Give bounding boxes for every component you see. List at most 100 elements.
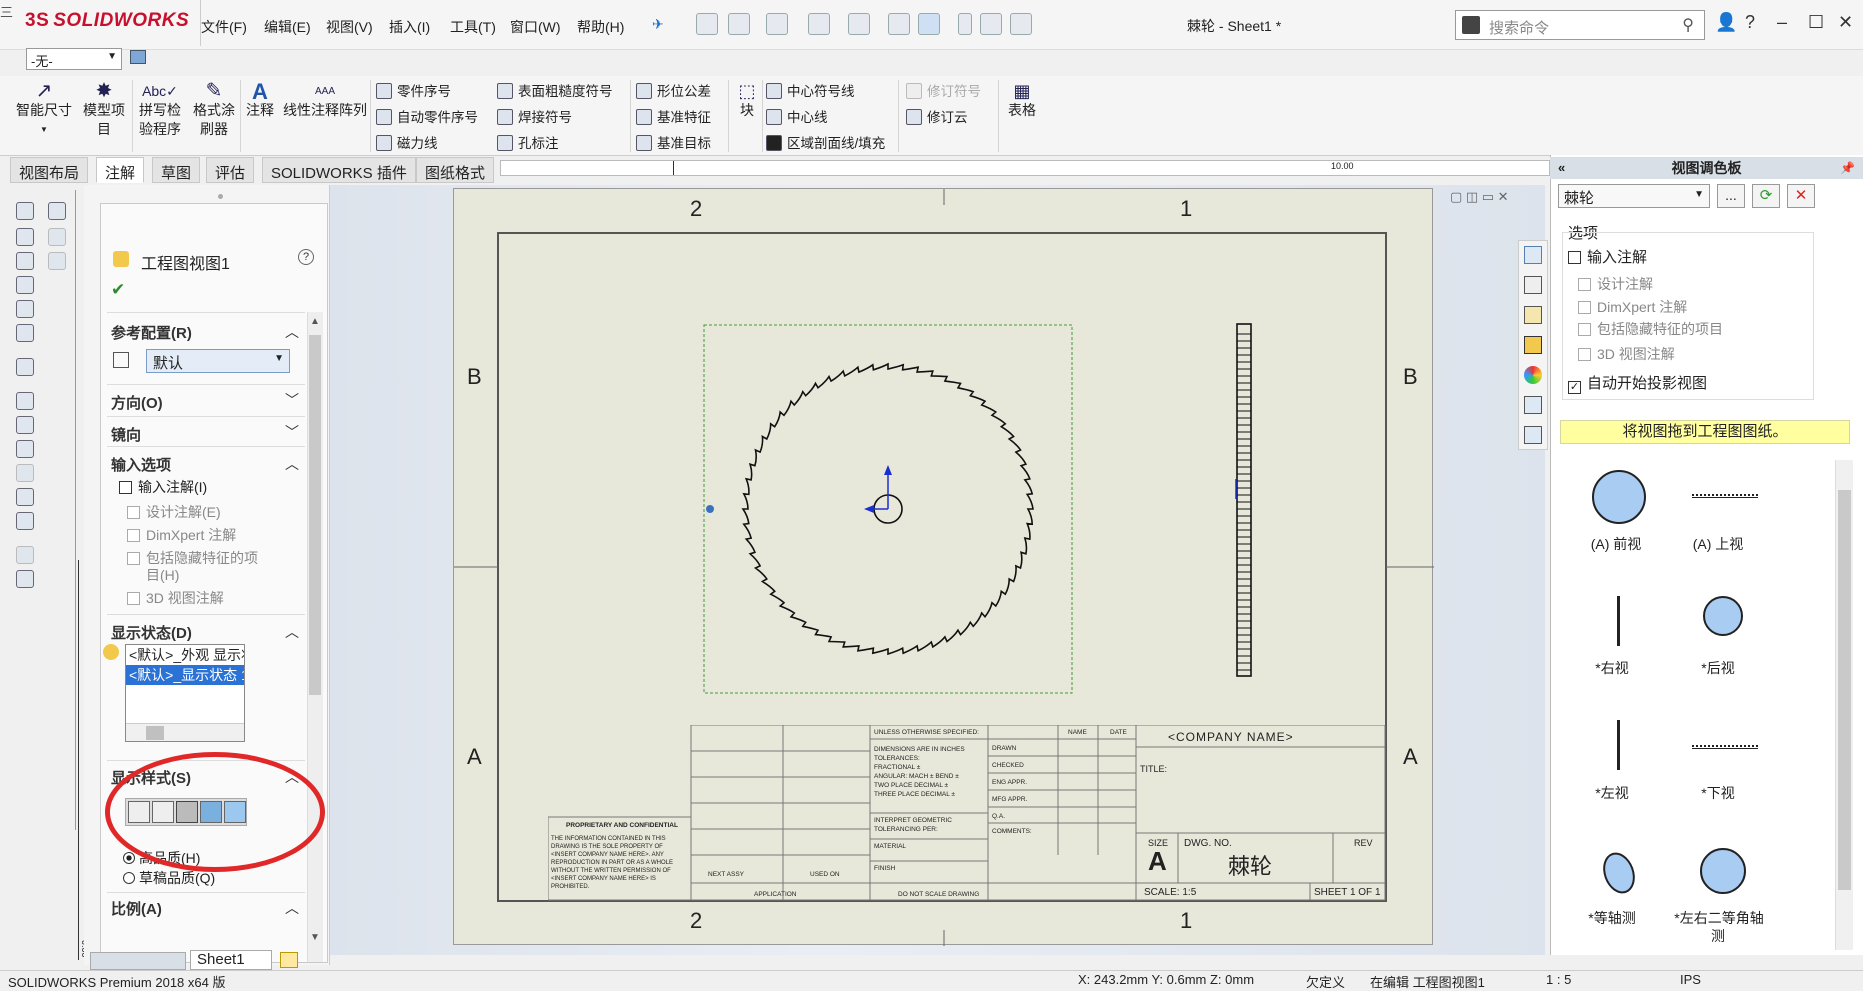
centerline-button[interactable]: 中心线	[766, 106, 828, 126]
projected-view-icon[interactable]	[16, 416, 34, 434]
custom-properties-icon[interactable]	[1524, 396, 1542, 414]
smart-dim-tool-icon[interactable]	[16, 202, 34, 220]
menu-tools[interactable]: 工具(T)	[450, 17, 496, 37]
dimetric-view-label[interactable]: *左右二等角轴	[1664, 908, 1774, 928]
vp-scrollbar[interactable]	[1835, 460, 1853, 950]
datum-feature-button[interactable]: 基准特征	[636, 106, 711, 126]
pm-scrollbar-thumb[interactable]	[309, 335, 321, 695]
import-options-header[interactable]: 输入选项	[111, 454, 171, 475]
pin-icon[interactable]: 📌	[1840, 157, 1855, 179]
crop-view-icon[interactable]	[16, 512, 34, 530]
detail-view-icon[interactable]	[16, 488, 34, 506]
collapse-chevron-icon[interactable]: ︿	[285, 454, 299, 474]
disabled-tool-icon[interactable]	[48, 228, 66, 246]
ordinate-dim-icon[interactable]	[16, 276, 34, 294]
expand-chevron-icon[interactable]: ﹀	[285, 422, 299, 442]
tab-view-layout[interactable]: 视图布局	[10, 157, 89, 183]
user-icon[interactable]: 👤	[1715, 12, 1737, 33]
datum-target-button[interactable]: 基准目标	[636, 132, 711, 152]
note-tool-icon[interactable]	[48, 202, 66, 220]
clear-icon[interactable]: ✕	[1787, 184, 1815, 208]
vp-dimxpert-checkbox[interactable]: DimXpert 注解	[1578, 297, 1687, 317]
top-view-thumb[interactable]	[1692, 494, 1758, 498]
left-view-thumb[interactable]	[1617, 720, 1620, 770]
front-view-label[interactable]: (A) 前视	[1566, 534, 1666, 554]
left-view-label[interactable]: *左视	[1562, 783, 1662, 803]
break-view-icon[interactable]	[16, 546, 34, 564]
bottom-view-label[interactable]: *下视	[1668, 783, 1768, 803]
scale-header[interactable]: 比例(A)	[111, 898, 162, 919]
top-view-label[interactable]: (A) 上视	[1668, 534, 1768, 554]
datum-tool-icon[interactable]	[16, 358, 34, 376]
format-painter-button[interactable]: ✎ 格式涂刷器	[188, 81, 240, 139]
auto-projected-view-checkbox[interactable]: ✓ 自动开始投影视图	[1568, 372, 1707, 394]
collapse-chevron-icon[interactable]: ︿	[285, 622, 299, 642]
tab-evaluate[interactable]: 评估	[206, 157, 255, 183]
right-view-thumb[interactable]	[1617, 596, 1620, 646]
menu-view[interactable]: 视图(V)	[326, 17, 373, 37]
config-dropdown[interactable]: -无- ▼	[26, 48, 122, 70]
close-icon[interactable]: ✕	[1838, 12, 1853, 33]
balloon-tool-icon[interactable]	[16, 300, 34, 318]
solidworks-resources-icon[interactable]	[1524, 246, 1542, 264]
part-dropdown[interactable]: 棘轮 ▼	[1558, 184, 1710, 208]
display-state-item-selected[interactable]: <默认>_显示状态 1	[126, 665, 244, 685]
front-view-thumb[interactable]	[1592, 470, 1646, 524]
display-state-item[interactable]: <默认>_外观 显示状	[126, 645, 244, 665]
select-cursor-icon[interactable]	[918, 13, 940, 35]
view-palette-icon[interactable]	[1524, 336, 1542, 354]
balloon-button[interactable]: 零件序号	[376, 80, 451, 100]
save-icon[interactable]	[808, 13, 830, 35]
dimetric-view-thumb[interactable]	[1700, 848, 1746, 894]
title-block[interactable]: <COMPANY NAME> TITLE: SIZE A DWG. NO. 棘轮…	[548, 725, 1386, 901]
direction-header[interactable]: 方向(O)	[111, 392, 163, 413]
tab-sketch[interactable]: 草图	[152, 157, 201, 183]
vp-3d-annotations-checkbox[interactable]: 3D 视图注解	[1578, 344, 1675, 364]
menu-help[interactable]: 帮助(H)	[577, 17, 624, 37]
weld-symbol-button[interactable]: 焊接符号	[497, 106, 572, 126]
window-controls[interactable]: ▢ ◫ ▭ ✕	[1450, 189, 1509, 205]
browse-button[interactable]: ...	[1717, 184, 1745, 208]
undo-icon[interactable]	[888, 13, 910, 35]
alternate-position-icon[interactable]	[16, 570, 34, 588]
new-document-icon[interactable]	[728, 13, 750, 35]
maximize-icon[interactable]: ☐	[1808, 12, 1824, 33]
menu-window[interactable]: 窗口(W)	[510, 17, 561, 37]
surface-finish-button[interactable]: 表面粗糙度符号	[497, 80, 613, 100]
smart-dimension-button[interactable]: ↗ 智能尺寸 ▼	[14, 81, 74, 139]
back-view-label[interactable]: *后视	[1668, 658, 1768, 678]
sheet-nav-buttons[interactable]	[90, 952, 186, 970]
linear-note-pattern-button[interactable]: AAA 线性注释阵列	[282, 82, 368, 120]
ok-check-button[interactable]: ✔	[111, 280, 125, 300]
traffic-light-icon[interactable]	[958, 13, 972, 35]
magnetic-line-button[interactable]: 磁力线	[376, 132, 438, 152]
expand-chevron-icon[interactable]: ﹀	[285, 390, 299, 410]
open-folder-icon[interactable]	[766, 13, 788, 35]
search-icon[interactable]: ⚲	[1682, 15, 1694, 35]
block-button[interactable]: ⬚ 块	[734, 82, 760, 120]
horizontal-scrollbar[interactable]	[126, 723, 244, 741]
note-button[interactable]: A 注释	[242, 81, 278, 120]
hole-callout-button[interactable]: 孔标注	[497, 132, 559, 152]
status-scale[interactable]: 1 : 5	[1546, 972, 1571, 987]
design-library-icon[interactable]	[1524, 276, 1542, 294]
back-view-thumb[interactable]	[1703, 596, 1743, 636]
vp-design-annotations-checkbox[interactable]: 设计注解	[1578, 274, 1653, 294]
settings-gear-icon[interactable]	[1010, 13, 1032, 35]
bottom-view-thumb[interactable]	[1692, 745, 1758, 749]
tab-addins[interactable]: SOLIDWORKS 插件	[262, 157, 416, 183]
help-icon[interactable]: ?	[1745, 12, 1755, 33]
table-button[interactable]: ▦ 表格	[1004, 82, 1040, 120]
collapse-panel-icon[interactable]: «	[1558, 157, 1565, 179]
vp-hidden-features-checkbox[interactable]: 包括隐藏特征的项目	[1578, 319, 1723, 339]
menu-edit[interactable]: 编辑(E)	[264, 17, 311, 37]
sheet-tab[interactable]: Sheet1	[190, 950, 272, 970]
right-view-label[interactable]: *右视	[1562, 658, 1662, 678]
vp-import-annotations-checkbox[interactable]: 输入注解	[1568, 246, 1647, 267]
print-icon[interactable]	[848, 13, 870, 35]
model-items-tool-icon[interactable]	[16, 252, 34, 270]
file-explorer-icon[interactable]	[1524, 306, 1542, 324]
area-hatch-button[interactable]: 区域剖面线/填充	[766, 132, 885, 152]
isometric-view-label[interactable]: *等轴测	[1562, 908, 1662, 928]
magnet-tool-icon[interactable]	[16, 324, 34, 342]
